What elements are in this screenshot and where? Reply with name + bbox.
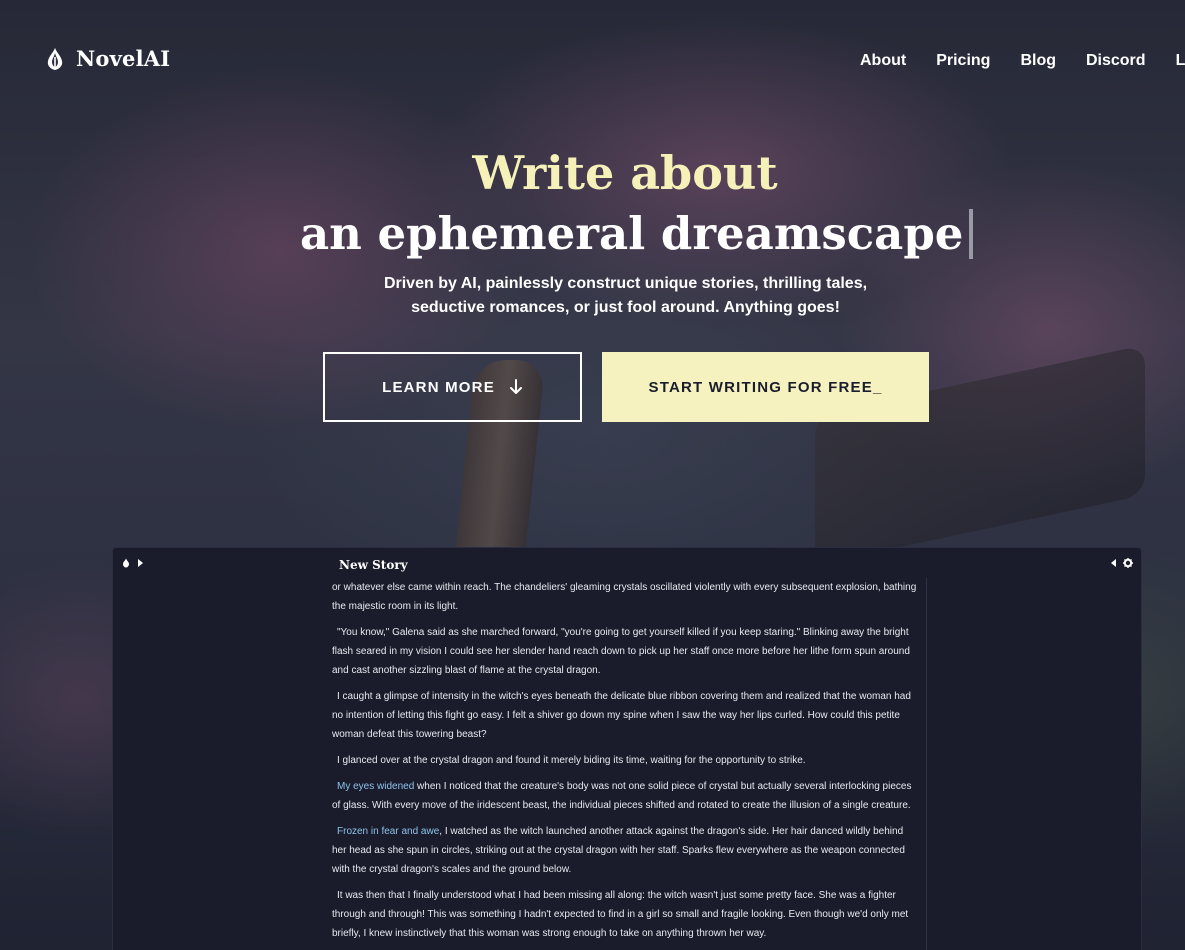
story-paragraph: My eyes widened when I noticed that the … — [332, 777, 920, 815]
nav-link-discord[interactable]: Discord — [1086, 52, 1146, 70]
hero-title-line-2: an ephemeral dreamscape — [300, 202, 974, 266]
story-paragraph: It was then that I finally understood wh… — [332, 886, 920, 943]
hero-title-typed-text: an ephemeral dreamscape — [300, 207, 964, 260]
story-paragraph: "You know," Galena said as she marched f… — [332, 623, 920, 680]
story-paragraph: I caught a glimpse of intensity in the w… — [332, 687, 920, 744]
caret-right-icon[interactable] — [135, 558, 145, 568]
typing-cursor — [969, 209, 974, 259]
start-writing-button[interactable]: START WRITING FOR FREE_ — [602, 352, 929, 422]
arrow-down-icon — [509, 379, 522, 394]
story-paragraph-text: It was then that I finally understood wh… — [332, 890, 909, 939]
nav-link-about[interactable]: About — [860, 52, 906, 70]
main-nav: About Pricing Blog Discord Login — [860, 52, 1185, 70]
hero-subtitle-line-1: Driven by AI, painlessly construct uniqu… — [383, 275, 868, 292]
logo[interactable]: NovelAI — [44, 46, 170, 71]
story-paragraph: Frozen in fear and awe, I watched as the… — [332, 822, 920, 879]
site-header: NovelAI About Pricing Blog Discord Login — [0, 0, 1185, 120]
story-paragraph-text: when I noticed that the creature's body … — [332, 781, 912, 811]
nav-link-pricing[interactable]: Pricing — [936, 52, 990, 70]
learn-more-button[interactable]: LEARN MORE — [323, 352, 582, 422]
story-paragraph-text: I caught a glimpse of intensity in the w… — [332, 691, 911, 740]
brand-name: NovelAI — [76, 46, 171, 71]
editor-left-controls — [121, 558, 145, 568]
quill-logo-icon — [47, 47, 63, 70]
caret-left-icon[interactable] — [1109, 558, 1119, 568]
learn-more-label: LEARN MORE — [382, 378, 495, 396]
story-paragraph-text: I glanced over at the crystal dragon and… — [337, 755, 806, 766]
hero-subtitle-line-2: seductive romances, or just fool around.… — [411, 299, 840, 316]
nav-link-login[interactable]: Login — [1176, 52, 1185, 70]
story-text-area[interactable]: or whatever else came within reach. The … — [332, 578, 927, 950]
story-paragraph-text: "You know," Galena said as she marched f… — [332, 627, 910, 676]
hero-title-line-1: Write about — [472, 146, 778, 200]
story-title[interactable]: New Story — [339, 558, 408, 572]
hero-subtitle: Driven by AI, painlessly construct uniqu… — [0, 272, 1185, 320]
story-highlight: My eyes widened — [337, 781, 415, 792]
gear-icon[interactable] — [1123, 558, 1133, 568]
editor-right-controls — [1109, 558, 1133, 568]
story-paragraph: or whatever else came within reach. The … — [332, 578, 920, 616]
story-paragraph: I glanced over at the crystal dragon and… — [332, 751, 920, 770]
nav-link-blog[interactable]: Blog — [1020, 52, 1056, 70]
story-paragraph-text: or whatever else came within reach. The … — [332, 582, 917, 612]
quill-small-icon[interactable] — [121, 558, 131, 568]
story-highlight: Frozen in fear and awe — [337, 826, 440, 837]
story-editor-preview: New Story or whatever else came within r… — [112, 547, 1142, 950]
start-writing-label: START WRITING FOR FREE_ — [648, 378, 883, 396]
